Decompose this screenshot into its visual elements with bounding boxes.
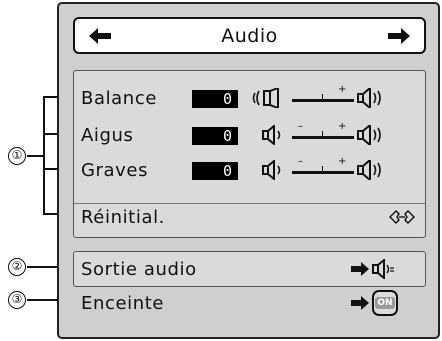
callout-2: ② [8,258,26,276]
treble-value: 0 [192,127,238,145]
balance-slider[interactable]: + [292,84,354,108]
treble-label: Aigus [81,124,134,146]
callout-3: ③ [8,291,26,309]
reset-label: Réinitial. [81,206,165,228]
menu-header: Audio [73,17,426,54]
arrow-left-icon[interactable] [89,27,111,44]
balance-label: Balance [81,87,157,109]
balance-right-speaker-icon [357,88,381,108]
audio-menu-panel: Audio Balance 0 + Aigus 0 – + Graves 0 –… [57,2,440,339]
audio-out-label: Sortie audio [81,258,197,280]
bass-max-speaker-icon [357,160,381,180]
treble-min-speaker-icon [262,125,281,145]
reset-icon [389,210,415,224]
arrow-right-small-icon [351,262,369,276]
treble-max-speaker-icon [357,125,381,145]
treble-slider[interactable]: – + [292,121,354,145]
bass-min-speaker-icon [262,160,281,180]
bass-label: Graves [81,159,149,181]
arrow-right-small-icon [351,296,369,310]
arrow-right-icon[interactable] [387,27,410,44]
speaker-toggle-text: ON [375,297,395,309]
menu-title: Audio [221,24,278,47]
speaker-label: Enceinte [81,292,165,314]
balance-left-speaker-icon [252,88,279,108]
bass-value: 0 [192,162,238,180]
callout-1: ① [8,147,26,165]
audio-out-speaker-icon [372,259,394,279]
balance-value: 0 [192,90,238,108]
bass-slider[interactable]: – + [292,156,354,180]
speaker-on-toggle[interactable]: ON [372,290,398,316]
